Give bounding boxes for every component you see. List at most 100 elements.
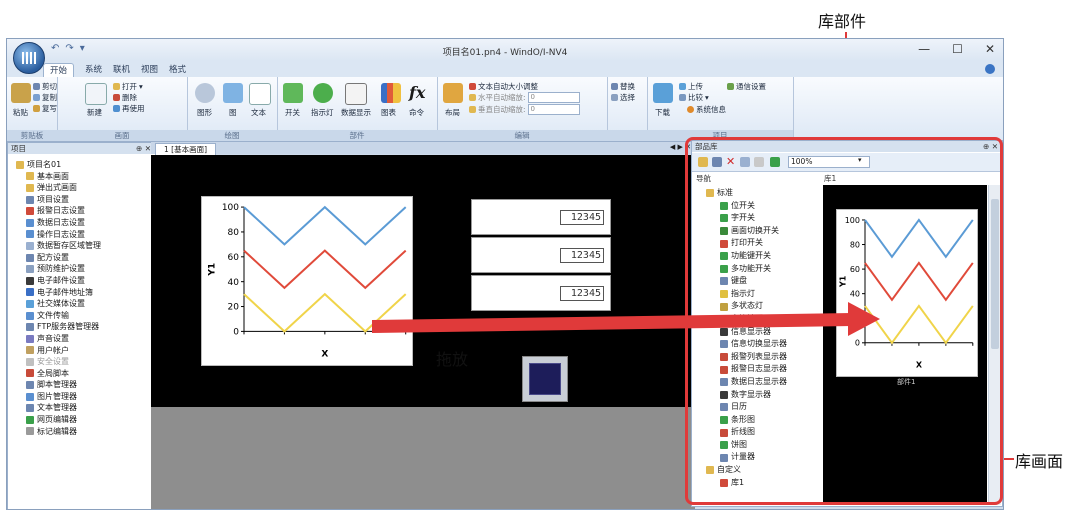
screen-canvas[interactable]: 100 80 60 40 20 0 Y1 X 12345 12345 12345 xyxy=(151,155,695,407)
project-tree-item[interactable]: 全局脚本 xyxy=(16,368,101,380)
paste-icon[interactable] xyxy=(11,83,31,103)
help-icon[interactable] xyxy=(985,64,995,74)
line-chart-part[interactable]: 100 80 60 40 20 0 Y1 X xyxy=(201,196,413,366)
project-tree-item[interactable]: 项目设置 xyxy=(16,194,101,206)
tree-item-label: FTP服务器管理器 xyxy=(37,322,100,332)
download-button[interactable]: 下载 xyxy=(655,107,670,118)
project-tree-item[interactable]: 图片管理器 xyxy=(16,391,101,403)
x-axis-label: X xyxy=(321,350,328,360)
numeric-display-button[interactable]: 数据显示 xyxy=(341,107,371,118)
project-tree-item[interactable]: 脚本管理器 xyxy=(16,379,101,391)
project-pane: 项目 ⊕ ✕ 项目名01 基本画面 弹出式画面 项目设置 报警日志设置 数据日志设置 操作日志… xyxy=(7,142,156,509)
layout-icon[interactable] xyxy=(443,83,463,103)
upload-button[interactable]: 上传 xyxy=(679,81,703,92)
project-tree-item[interactable]: 预防维护设置 xyxy=(16,263,101,275)
close-button[interactable]: ✕ xyxy=(985,42,995,56)
cut-button[interactable]: 剪切 xyxy=(33,81,57,92)
numeric-display-2[interactable]: 12345 xyxy=(471,237,611,273)
tab-home[interactable]: 开始 xyxy=(43,63,75,78)
compare-button[interactable]: 比较 ▾ xyxy=(679,92,709,103)
project-tree-item[interactable]: 用户帐户 xyxy=(16,345,101,357)
pos-v-input[interactable]: 0 xyxy=(527,104,580,115)
tree-item-icon xyxy=(26,253,34,262)
system-info-button[interactable]: 系统信息 xyxy=(687,104,726,115)
project-tree-item[interactable]: 文本管理器 xyxy=(16,402,101,414)
new-screen-icon[interactable] xyxy=(85,83,107,105)
image-button[interactable]: 图 xyxy=(229,107,237,118)
text-icon[interactable] xyxy=(249,83,271,105)
comm-settings-button[interactable]: 通信设置 xyxy=(727,81,766,92)
tree-item-icon xyxy=(26,230,34,239)
autosize-button[interactable]: 文本自动大小调整 xyxy=(469,81,538,92)
replace-button[interactable]: 替换 xyxy=(611,81,635,92)
new-screen-button[interactable]: 新建 xyxy=(87,107,102,118)
tree-item-label: 电子邮件地址簿 xyxy=(37,287,93,297)
tree-item-icon xyxy=(26,299,34,308)
project-tree-item[interactable]: 弹出式画面 xyxy=(16,182,101,194)
project-tree-item[interactable]: 声音设置 xyxy=(16,333,101,345)
tree-item-icon xyxy=(26,427,34,436)
copy-button[interactable]: 复制 xyxy=(33,92,57,103)
project-tree-item[interactable]: 电子邮件设置 xyxy=(16,275,101,287)
tree-item-label: 全局脚本 xyxy=(37,368,69,378)
project-tree-item[interactable]: 配方设置 xyxy=(16,252,101,264)
lamp-icon[interactable] xyxy=(313,83,333,103)
app-logo-icon xyxy=(22,52,36,64)
project-tree-item[interactable]: 数据暂存区域管理 xyxy=(16,240,101,252)
project-tree-item[interactable]: 项目名01 xyxy=(16,159,101,171)
numeric-display-3[interactable]: 12345 xyxy=(471,275,611,311)
minimize-button[interactable]: — xyxy=(918,42,930,56)
delete-icon xyxy=(113,94,120,101)
image-icon[interactable] xyxy=(223,83,243,103)
tab-system[interactable]: 系统 xyxy=(79,63,108,77)
shape-icon[interactable] xyxy=(195,83,215,103)
project-tree-item[interactable]: 电子邮件地址簿 xyxy=(16,287,101,299)
maximize-button[interactable]: ☐ xyxy=(952,42,963,56)
numeric-display-icon[interactable] xyxy=(345,83,367,105)
reuse-button[interactable]: 再使用 xyxy=(113,103,145,114)
project-tree-item[interactable]: 文件传输 xyxy=(16,310,101,322)
format-painter-button[interactable]: 复写 xyxy=(33,103,57,114)
chart-icon[interactable] xyxy=(381,83,401,103)
project-tree-item[interactable]: 标记编辑器 xyxy=(16,426,101,438)
text-button[interactable]: 文本 xyxy=(251,107,266,118)
tree-item-label: 数据暂存区域管理 xyxy=(37,241,101,251)
application-menu-button[interactable] xyxy=(13,42,45,74)
tab-online[interactable]: 联机 xyxy=(107,63,136,77)
tree-item-icon xyxy=(26,381,34,390)
pos-h-input[interactable]: 0 xyxy=(527,92,580,103)
command-icon[interactable]: fx xyxy=(409,83,429,103)
project-tree-item[interactable]: 数据日志设置 xyxy=(16,217,101,229)
tab-view[interactable]: 视图 xyxy=(135,63,164,77)
group-label-shapes: 绘图 xyxy=(187,130,277,141)
line-chart: 100 80 60 40 20 0 Y1 X xyxy=(208,203,407,360)
delete-button[interactable]: 删除 xyxy=(113,92,137,103)
numeric-display-1[interactable]: 12345 xyxy=(471,199,611,235)
shape-button[interactable]: 图形 xyxy=(197,107,212,118)
project-tree-item[interactable]: 报警日志设置 xyxy=(16,205,101,217)
editor-empty-area xyxy=(151,407,695,509)
tab-base-screen[interactable]: 1 [基本画面] xyxy=(155,143,217,155)
paste-button[interactable]: 粘贴 xyxy=(13,107,28,118)
tab-format[interactable]: 格式 xyxy=(163,63,192,77)
project-pane-pin-close[interactable]: ⊕ ✕ xyxy=(136,143,151,154)
layout-button[interactable]: 布局 xyxy=(445,107,460,118)
command-button[interactable]: 命令 xyxy=(409,107,424,118)
download-icon[interactable] xyxy=(653,83,673,103)
switch-button[interactable]: 开关 xyxy=(285,107,300,118)
project-tree-item[interactable]: FTP服务器管理器 xyxy=(16,321,101,333)
lamp-button[interactable]: 指示灯 xyxy=(311,107,334,118)
select-button[interactable]: 选择 xyxy=(611,92,635,103)
open-button[interactable]: 打开 ▾ xyxy=(113,81,143,92)
square-button-part[interactable] xyxy=(522,356,568,402)
project-tree-item[interactable]: 操作日志设置 xyxy=(16,229,101,241)
pos-h-field: 水平自动缩放: 0 xyxy=(469,92,580,103)
project-tree-item[interactable]: 网页编辑器 xyxy=(16,414,101,426)
project-tree-item[interactable]: 基本画面 xyxy=(16,171,101,183)
switch-icon[interactable] xyxy=(283,83,303,103)
drag-drop-label: 拖放 xyxy=(436,350,469,369)
project-tree-item[interactable]: 安全设置 xyxy=(16,356,101,368)
tree-item-label: 项目名01 xyxy=(27,160,62,169)
chart-button[interactable]: 图表 xyxy=(381,107,396,118)
project-tree-item[interactable]: 社交媒体设置 xyxy=(16,298,101,310)
